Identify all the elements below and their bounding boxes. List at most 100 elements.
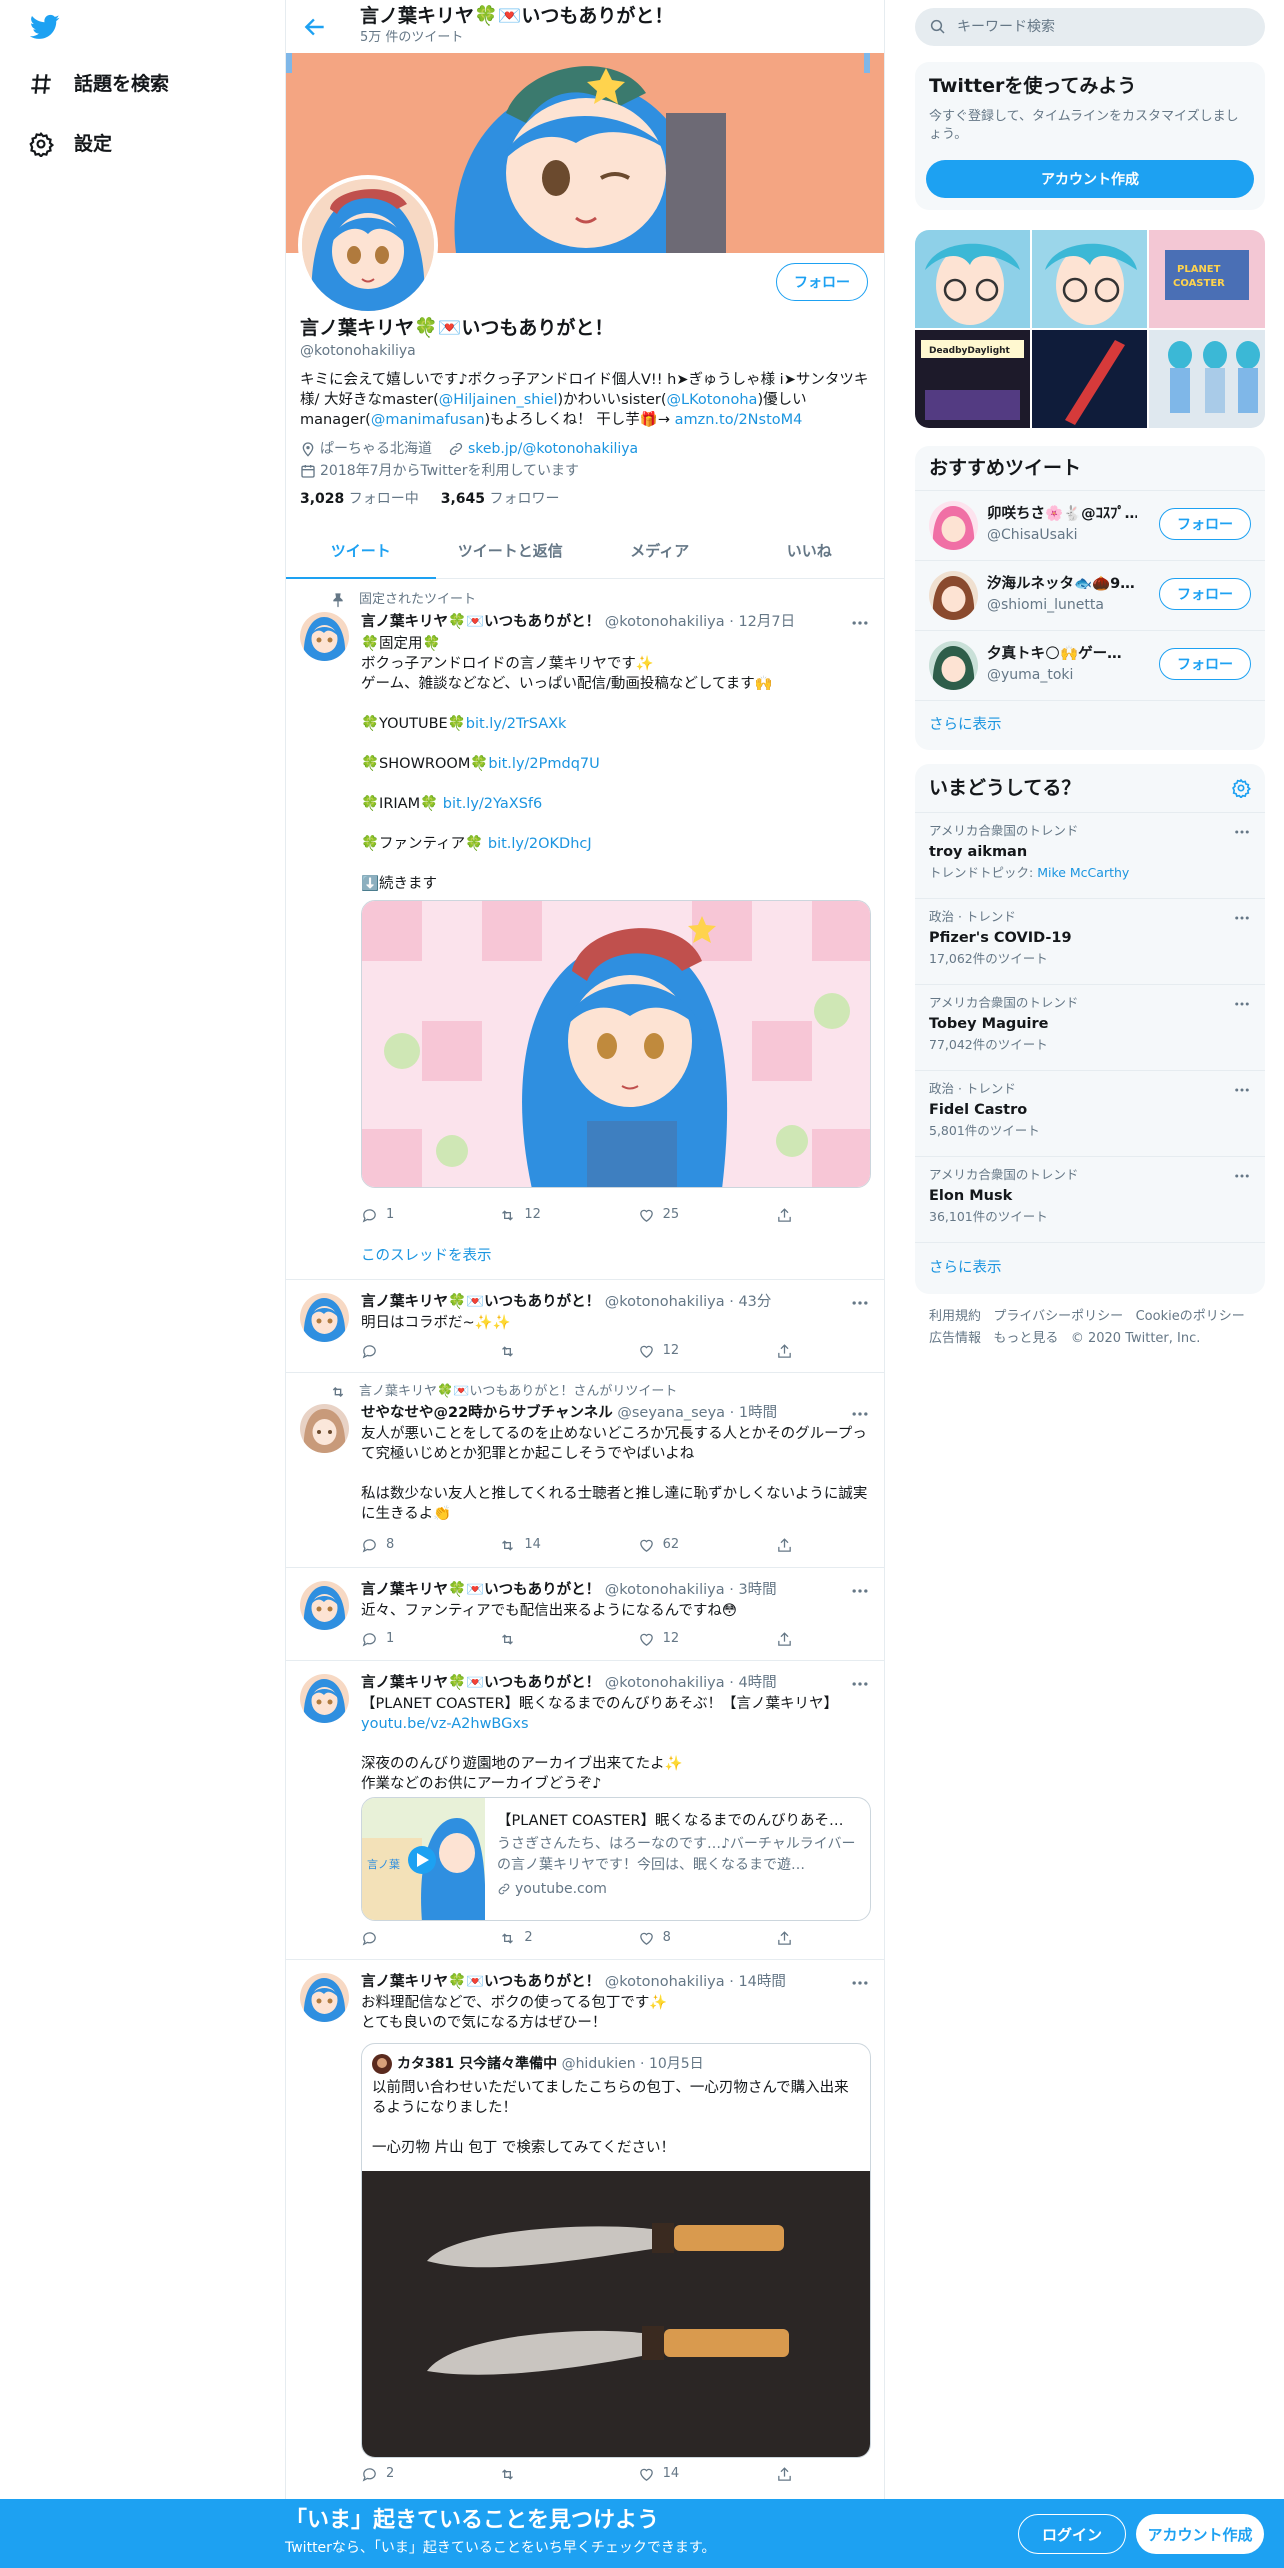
tweet-author-handle[interactable]: @kotonohakiliya: [605, 1582, 725, 1598]
tweet-time[interactable]: 43分: [738, 1294, 771, 1310]
mention-link[interactable]: @LKotonoha: [667, 392, 758, 408]
back-arrow-icon[interactable]: [302, 14, 328, 40]
user-avatar[interactable]: [929, 641, 978, 690]
more-icon[interactable]: [850, 1293, 870, 1313]
reply-button[interactable]: [361, 1930, 499, 1947]
tweet-link[interactable]: bit.ly/2YaXSf6: [443, 796, 542, 812]
tweet[interactable]: 言ノ葉キリヤ🍀💌いつもありがと！さんがリツイート せやなせや@22時からサブチャ…: [286, 1374, 884, 1568]
signup-button[interactable]: アカウント作成: [1136, 2514, 1264, 2554]
tweet-time[interactable]: 12月7日: [738, 614, 795, 630]
tweet-author-name[interactable]: せやなせや@22時からサブチャンネル: [361, 1405, 613, 1421]
profile-avatar[interactable]: [298, 175, 438, 315]
reply-button[interactable]: [361, 1343, 499, 1360]
more-icon[interactable]: [850, 1674, 870, 1694]
tweet-time[interactable]: 4時間: [738, 1675, 776, 1691]
followers-stat[interactable]: 3,645 フォロワー: [441, 490, 560, 508]
login-button[interactable]: ログイン: [1018, 2514, 1126, 2554]
twitter-logo-icon[interactable]: [30, 12, 60, 42]
tweet-avatar[interactable]: [300, 612, 349, 661]
footer-ads[interactable]: 広告情報: [929, 1331, 981, 1346]
trend-item[interactable]: 政治 · トレンド Fidel Castro 5,801件のツイート: [915, 1070, 1265, 1156]
pinned-tweet[interactable]: 固定されたツイート 言ノ葉キリヤ🍀💌いつもありがと！ @kotonohakili…: [286, 580, 884, 1280]
nav-explore[interactable]: 話題を検索: [28, 64, 169, 104]
tweet-avatar[interactable]: [300, 1973, 349, 2022]
tweet-author-handle[interactable]: @kotonohakiliya: [605, 614, 725, 630]
tweet[interactable]: 言ノ葉キリヤ🍀💌いつもありがと！ @kotonohakiliya · 4時間 【…: [286, 1662, 884, 1960]
more-icon[interactable]: [850, 1581, 870, 1601]
tweet-avatar[interactable]: [300, 1293, 349, 1342]
tweet-author-handle[interactable]: @seyana_seya: [617, 1405, 725, 1421]
retweet-context[interactable]: 言ノ葉キリヤ🍀💌いつもありがと！さんがリツイート: [359, 1384, 677, 1401]
nav-settings[interactable]: 設定: [28, 124, 112, 164]
search-input[interactable]: キーワード検索: [957, 18, 1055, 36]
share-button[interactable]: [776, 1207, 801, 1224]
tab-likes[interactable]: いいね: [735, 525, 885, 578]
tweet-author-name[interactable]: 言ノ葉キリヤ🍀💌いつもありがと！: [361, 1675, 600, 1691]
more-icon[interactable]: [850, 1973, 870, 1993]
recommended-show-more[interactable]: さらに表示: [915, 700, 1265, 750]
trend-item[interactable]: アメリカ合衆国のトレンド troy aikman トレンドトピック: Mike …: [915, 812, 1265, 898]
tab-media[interactable]: メディア: [585, 525, 735, 578]
share-button[interactable]: [776, 1631, 801, 1648]
link-preview-card[interactable]: 言ノ葉 【PLANET COASTER】眠くなるまでのんびりあそ… うさぎさんた…: [361, 1797, 871, 1921]
retweet-button[interactable]: 14: [499, 1537, 637, 1554]
mention-link[interactable]: @manimafusan: [371, 412, 485, 428]
recommended-user[interactable]: 卯咲ちさ🌸🐇@ｺｽﾌﾟ… @ChisaUsaki フォロー: [915, 490, 1265, 560]
like-button[interactable]: 12: [638, 1631, 776, 1648]
like-button[interactable]: 14: [638, 2466, 776, 2483]
more-icon[interactable]: [850, 1404, 870, 1424]
mention-link[interactable]: @Hiljainen_shiel: [439, 392, 558, 408]
more-icon[interactable]: [850, 613, 870, 633]
tab-tweets-replies[interactable]: ツイートと返信: [436, 525, 586, 578]
media-grid[interactable]: PLANET COASTER DeadbyDaylight: [915, 230, 1265, 428]
recommended-user[interactable]: 夕真トキ🌕🙌ゲー… @yuma_toki フォロー: [915, 630, 1265, 700]
like-button[interactable]: 25: [638, 1207, 776, 1224]
settings-gear-icon[interactable]: [1231, 778, 1251, 798]
reply-button[interactable]: 1: [361, 1207, 499, 1224]
footer-privacy[interactable]: プライバシーポリシー: [993, 1309, 1123, 1324]
profile-url[interactable]: skeb.jp/@kotonohakiliya: [468, 438, 638, 460]
share-button[interactable]: [776, 1343, 801, 1360]
following-stat[interactable]: 3,028 フォロー中: [300, 490, 419, 508]
tweet-link[interactable]: bit.ly/2TrSAXk: [466, 716, 567, 732]
trend-related-link[interactable]: Mike McCarthy: [1037, 865, 1129, 880]
show-thread-link[interactable]: このスレッドを表示: [361, 1247, 492, 1266]
retweet-button[interactable]: 2: [499, 1930, 637, 1947]
like-button[interactable]: 8: [638, 1930, 776, 1947]
tweet-avatar[interactable]: [300, 1581, 349, 1630]
user-name[interactable]: 夕真トキ🌕🙌ゲー…: [987, 645, 1137, 664]
more-icon[interactable]: [1233, 1081, 1251, 1099]
retweet-button[interactable]: [499, 1631, 637, 1648]
share-button[interactable]: [776, 1930, 801, 1947]
follow-user-button[interactable]: フォロー: [1159, 648, 1251, 680]
user-name[interactable]: 卯咲ちさ🌸🐇@ｺｽﾌﾟ…: [987, 505, 1137, 524]
tweet-time[interactable]: 1時間: [739, 1405, 777, 1421]
reply-button[interactable]: 2: [361, 2466, 499, 2483]
user-avatar[interactable]: [929, 501, 978, 550]
reply-button[interactable]: 8: [361, 1537, 499, 1554]
bio-url-link[interactable]: amzn.to/2NstoM4: [675, 412, 803, 428]
share-button[interactable]: [776, 2466, 801, 2483]
tweet-avatar[interactable]: [300, 1674, 349, 1723]
trend-item[interactable]: アメリカ合衆国のトレンド Tobey Maguire 77,042件のツイート: [915, 984, 1265, 1070]
trends-show-more[interactable]: さらに表示: [915, 1242, 1265, 1294]
quoted-tweet[interactable]: カタ381 只今諸々準備中 @hidukien · 10月5日 以前問い合わせい…: [361, 2043, 871, 2458]
tweet-author-name[interactable]: 言ノ葉キリヤ🍀💌いつもありがと！: [361, 1294, 600, 1310]
tweet-author-name[interactable]: 言ノ葉キリヤ🍀💌いつもありがと！: [361, 1974, 600, 1990]
like-button[interactable]: 62: [638, 1537, 776, 1554]
user-avatar[interactable]: [929, 571, 978, 620]
retweet-button[interactable]: [499, 2466, 637, 2483]
more-icon[interactable]: [1233, 995, 1251, 1013]
like-button[interactable]: 12: [638, 1343, 776, 1360]
user-name[interactable]: 汐海ルネッタ🐟🌰9…: [987, 575, 1137, 594]
search-box[interactable]: キーワード検索: [915, 8, 1265, 46]
more-icon[interactable]: [1233, 909, 1251, 927]
footer-terms[interactable]: 利用規約: [929, 1309, 981, 1324]
tweet-author-name[interactable]: 言ノ葉キリヤ🍀💌いつもありがと！: [361, 1582, 600, 1598]
trend-item[interactable]: アメリカ合衆国のトレンド Elon Musk 36,101件のツイート: [915, 1156, 1265, 1242]
tweet-link[interactable]: bit.ly/2OKDhcJ: [488, 836, 592, 852]
tweet-author-handle[interactable]: @kotonohakiliya: [605, 1974, 725, 1990]
share-button[interactable]: [776, 1537, 801, 1554]
tweet-time[interactable]: 14時間: [738, 1974, 785, 1990]
tweet-link[interactable]: bit.ly/2Pmdq7U: [488, 756, 599, 772]
